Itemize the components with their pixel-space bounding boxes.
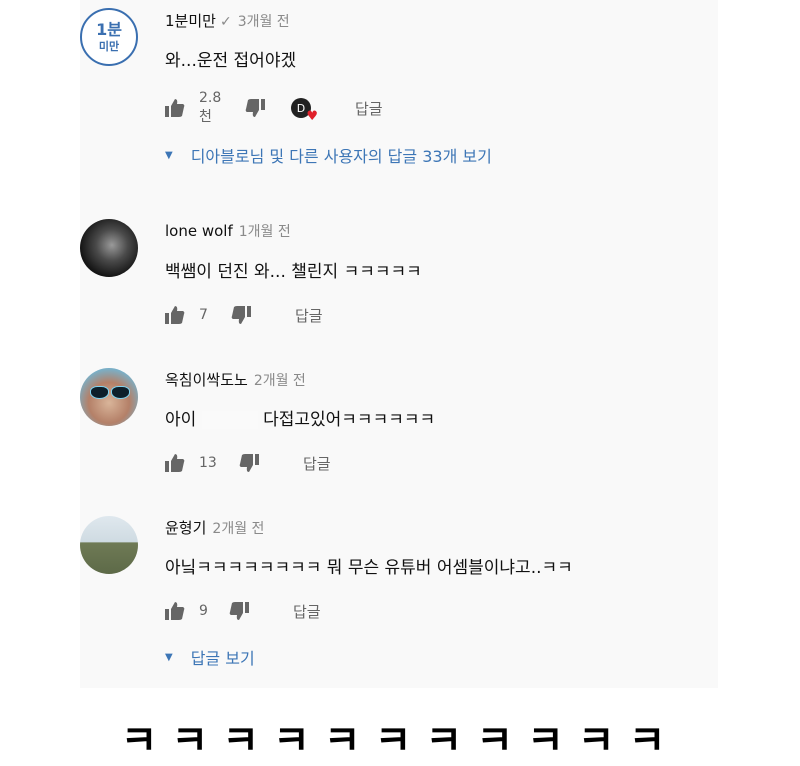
view-replies-button[interactable]: ▼ 답글 보기 <box>165 645 255 669</box>
comment-actions: 9 답글 <box>165 599 321 623</box>
comment-text: 아닠ㅋㅋㅋㅋㅋㅋㅋㅋ 뭐 무슨 유튜버 어셈블이냐고..ㅋㅋ <box>165 558 573 578</box>
comment-actions: 13 답글 <box>165 451 331 475</box>
like-icon[interactable] <box>165 602 185 620</box>
avatar-text-top: 1분 <box>96 20 122 39</box>
like-count: 2.8천 <box>199 90 222 125</box>
comment-time[interactable]: 2개월 전 <box>212 521 264 537</box>
avatar[interactable]: 1분 미만 <box>80 8 138 66</box>
censored-word <box>201 411 258 429</box>
like-count: 13 <box>199 455 217 471</box>
comments-panel: 1분 미만 1분미만 ✓ 3개월 전 와...운전 접어야겠 2.8천 D ♥ 답글… <box>80 0 718 688</box>
comment-actions: 7 답글 <box>165 303 323 327</box>
dislike-icon[interactable] <box>245 99 265 117</box>
like-icon[interactable] <box>165 454 185 472</box>
verified-check-icon: ✓ <box>219 14 232 30</box>
view-replies-button[interactable]: ▼ 디아블로님 및 다른 사용자의 답글 33개 보기 <box>165 143 492 167</box>
comment-text-end: 다접고있어ㅋㅋㅋㅋㅋㅋ <box>263 410 436 430</box>
creator-heart-badge: D ♥ <box>291 98 318 123</box>
bottom-caption: ㅋㅋㅋㅋㅋㅋㅋㅋㅋㅋㅋ <box>120 718 680 764</box>
heart-avatar-initial: D <box>296 101 306 115</box>
like-count: 9 <box>199 603 208 619</box>
comment-text: 백쌤이 던진 와... 챌린지 ㅋㅋㅋㅋㅋ <box>165 262 422 282</box>
reply-button[interactable]: 답글 <box>293 601 321 622</box>
author-name[interactable]: lone wolf <box>165 222 233 240</box>
like-icon[interactable] <box>165 306 185 324</box>
author-name[interactable]: 1분미만 <box>165 12 216 30</box>
comment-meta: 1분미만 ✓ 3개월 전 <box>165 10 290 31</box>
comment-time[interactable]: 3개월 전 <box>238 14 290 30</box>
reply-button[interactable]: 답글 <box>303 453 331 474</box>
dislike-icon[interactable] <box>231 306 251 324</box>
reply-button[interactable]: 답글 <box>295 305 323 326</box>
author-name[interactable]: 옥침이싹도노 <box>165 371 248 389</box>
avatar-text-bottom: 미만 <box>98 40 120 53</box>
view-replies-label: 디아블로님 및 다른 사용자의 답글 33개 보기 <box>190 147 492 166</box>
caret-down-icon: ▼ <box>165 651 173 663</box>
avatar[interactable] <box>80 516 138 574</box>
avatar[interactable] <box>80 368 138 426</box>
avatar-glasses-right <box>111 386 130 399</box>
comment-text: 와...운전 접어야겠 <box>165 51 297 71</box>
avatar[interactable] <box>80 219 138 277</box>
heart-icon: ♥ <box>306 109 318 124</box>
comment-actions: 2.8천 D ♥ 답글 <box>165 90 383 125</box>
comment-text-start: 아이 <box>165 410 197 430</box>
comment-meta: lone wolf 1개월 전 <box>165 221 291 241</box>
reply-button[interactable]: 답글 <box>355 98 383 119</box>
comment-text: 아이 다접고있어ㅋㅋㅋㅋㅋㅋ <box>165 405 435 430</box>
view-replies-label: 답글 보기 <box>190 649 255 668</box>
dislike-icon[interactable] <box>229 602 249 620</box>
author-name[interactable]: 윤형기 <box>165 519 206 537</box>
caret-down-icon: ▼ <box>165 149 173 161</box>
avatar-glasses-left <box>90 386 109 399</box>
comment-meta: 윤형기 2개월 전 <box>165 517 264 538</box>
like-count: 7 <box>199 307 208 323</box>
like-icon[interactable] <box>165 99 185 117</box>
comment-time[interactable]: 1개월 전 <box>239 224 291 240</box>
comment-meta: 옥침이싹도노 2개월 전 <box>165 369 306 390</box>
comment-time[interactable]: 2개월 전 <box>254 373 306 389</box>
dislike-icon[interactable] <box>239 454 259 472</box>
